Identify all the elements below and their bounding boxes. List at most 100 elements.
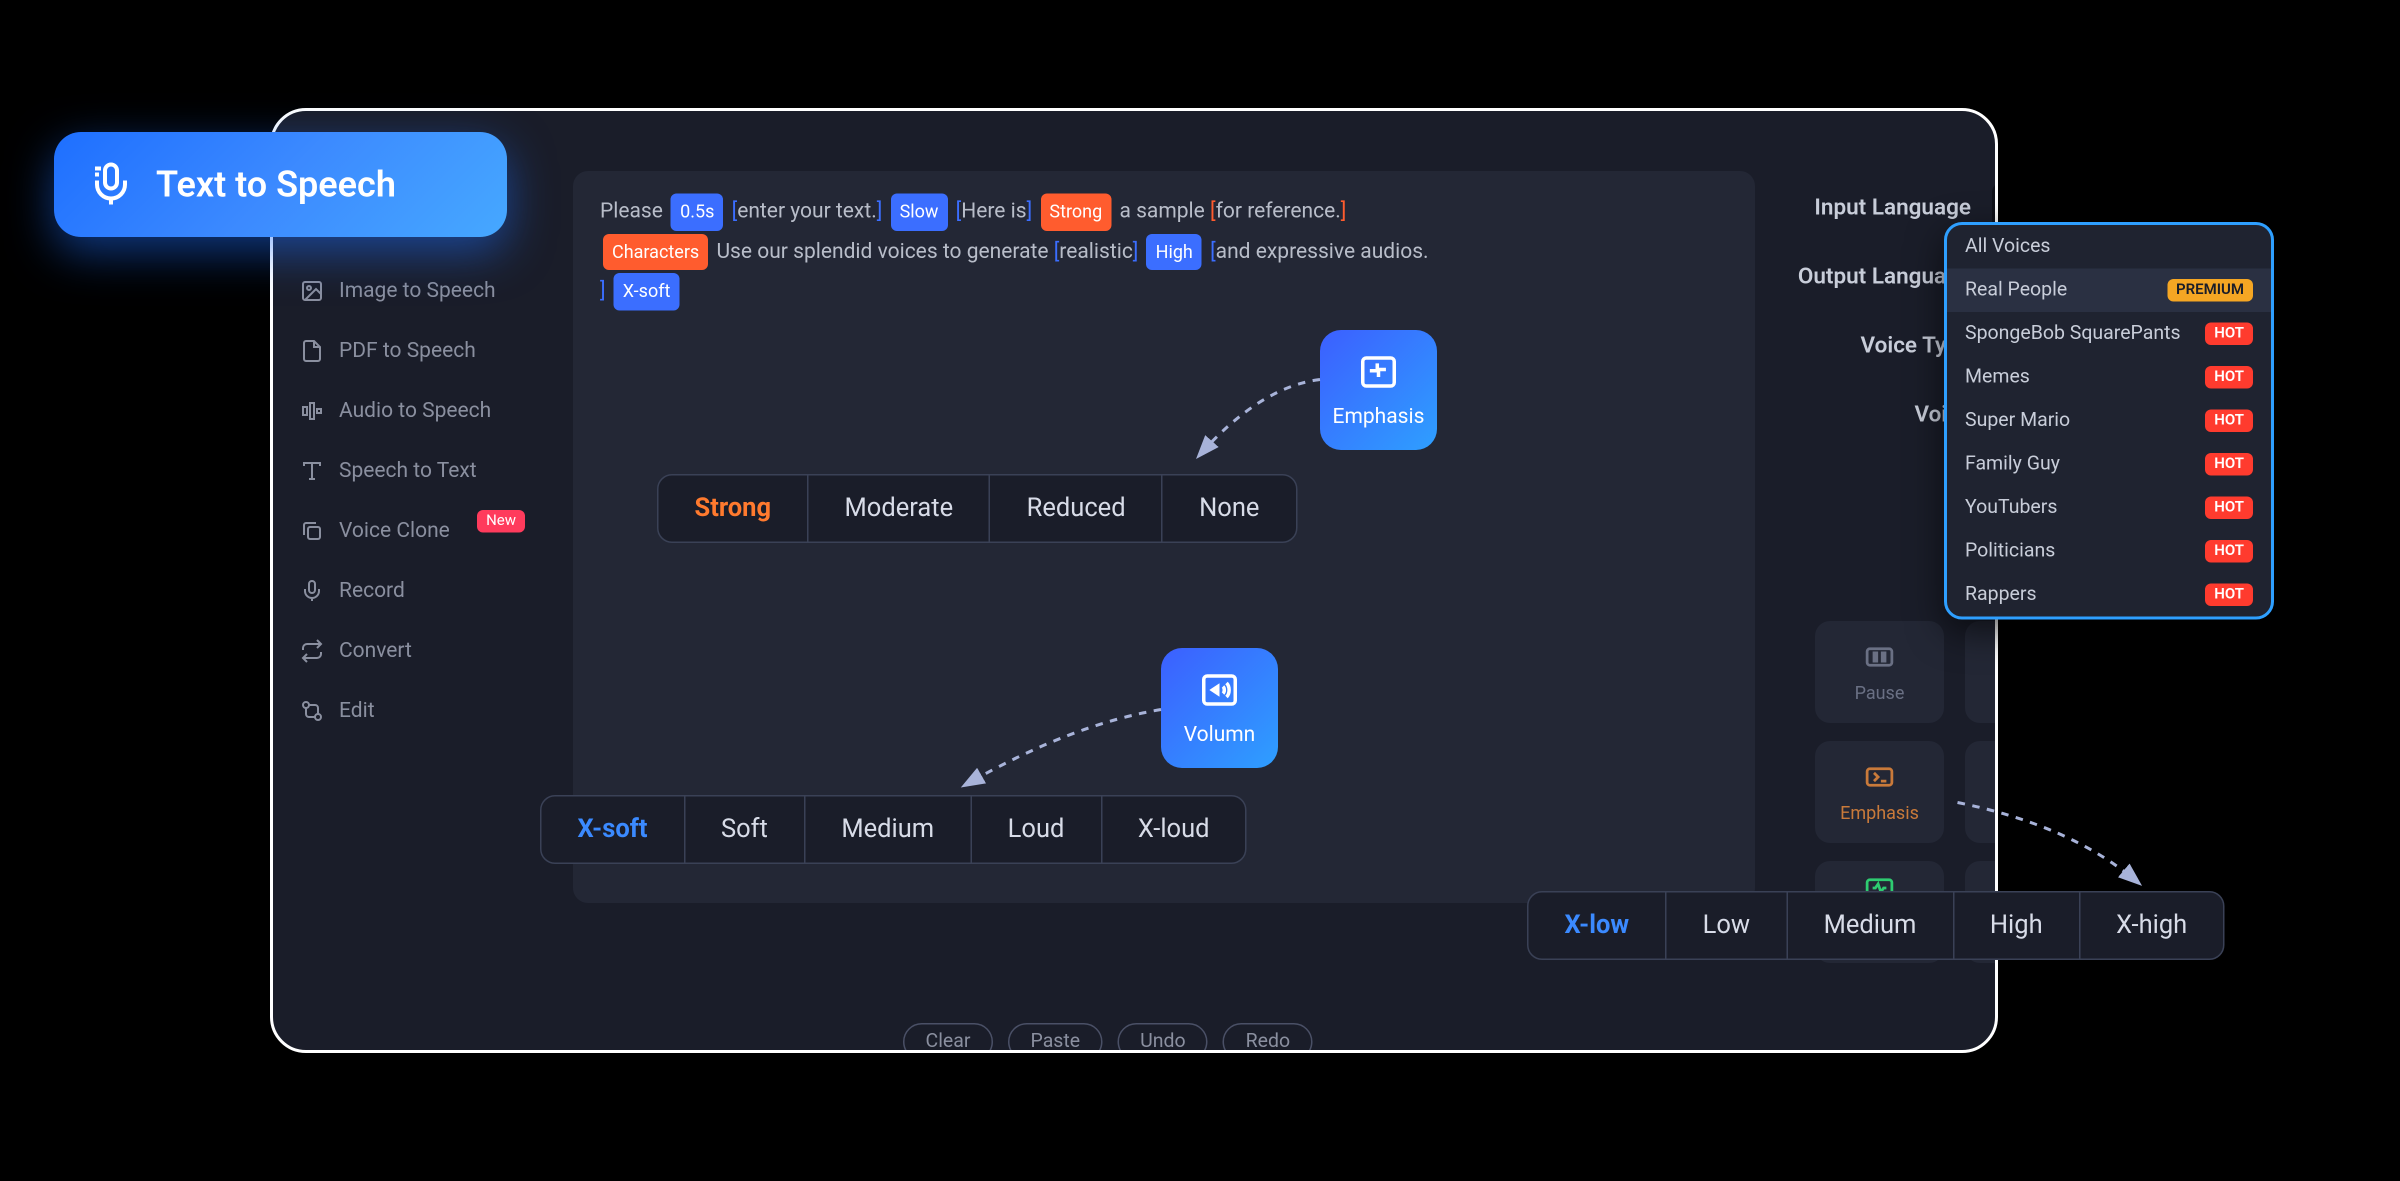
editor-text: Use our splendid voices to generate (716, 239, 1053, 263)
editor-text: a sample (1119, 200, 1210, 224)
voice-dropdown-label: YouTubers (1965, 497, 2057, 520)
undo-button[interactable]: Undo (1118, 1023, 1209, 1053)
voice-dropdown-item[interactable]: YouTubers HOT (1947, 486, 2271, 530)
sidebar-item-convert[interactable]: Convert (273, 621, 552, 681)
voice-dropdown-item[interactable]: Rappers HOT (1947, 573, 2271, 617)
emphasis-tag[interactable]: Strong (1040, 194, 1111, 231)
voice-dropdown-item[interactable]: MemesHOT (1947, 356, 2271, 400)
sidebar-item-edit[interactable]: Edit (273, 681, 552, 741)
sidebar-item-voice-clone[interactable]: Voice Clone New (273, 501, 552, 561)
editor-text: Here is (961, 200, 1026, 224)
voice-dropdown-label: Family Guy (1965, 453, 2060, 476)
hot-badge: HOT (2205, 584, 2253, 607)
sidebar-item-label: Audio to Speech (339, 399, 491, 423)
volumn-option-xsoft[interactable]: X-soft (542, 797, 685, 863)
hot-badge: HOT (2205, 497, 2253, 520)
voice-dropdown-item[interactable]: SpongeBob SquarePants HOT (1947, 312, 2271, 356)
sidebar-item-label: PDF to Speech (339, 339, 476, 363)
tile-label: Pause (1855, 683, 1905, 704)
volume-tag[interactable]: X-soft (614, 273, 680, 310)
hot-badge: HOT (2205, 540, 2253, 563)
sidebar-item-label: Edit (339, 699, 375, 723)
bracket: ] (1027, 200, 1033, 224)
badge-label: Text to Speech (156, 164, 396, 206)
sidebar-item-record[interactable]: Record (273, 561, 552, 621)
pause-tag[interactable]: 0.5s (671, 194, 723, 231)
edit-actions: Clear Paste Undo Redo (903, 1023, 1313, 1053)
tile-label: Emphasis (1840, 803, 1919, 824)
hot-badge: HOT (2205, 453, 2253, 476)
voice-dropdown-label: Politicians (1965, 540, 2055, 563)
sidebar-item-speech-to-text[interactable]: Speech to Text (273, 441, 552, 501)
emphasis-callout: Emphasis (1320, 330, 1437, 450)
new-badge: New (477, 510, 525, 533)
pause-icon (1863, 641, 1896, 674)
voice-dropdown-item[interactable]: All Voices (1947, 225, 2271, 269)
pitch-option-medium[interactable]: Medium (1788, 893, 1954, 959)
volumn-option-loud[interactable]: Loud (972, 797, 1102, 863)
pitch-option-high[interactable]: High (1954, 893, 2080, 959)
emphasis-option-strong[interactable]: Strong (659, 476, 809, 542)
emphasis-option-moderate[interactable]: Moderate (809, 476, 991, 542)
bracket: ] (600, 279, 606, 303)
pitch-option-low[interactable]: Low (1667, 893, 1788, 959)
volumn-options: X-soft Soft Medium Loud X-loud (540, 795, 1247, 864)
emphasis-icon (1863, 761, 1896, 794)
voice-dropdown-label: Super Mario (1965, 410, 2070, 433)
voice-dropdown-item[interactable]: Super Mario HOT (1947, 399, 2271, 443)
voice-dropdown-label: SpongeBob SquarePants (1965, 323, 2181, 346)
editor-text: Please (600, 200, 668, 224)
tool-pause[interactable]: Pause (1815, 621, 1944, 723)
text-icon (300, 459, 324, 483)
remaining-characters: Remaining characte (1773, 147, 1998, 171)
sidebar-item-label: Record (339, 579, 405, 603)
voice-dropdown-item[interactable]: Family Guy HOT (1947, 443, 2271, 487)
editor-text: and expressive audios. (1216, 239, 1429, 263)
redo-button[interactable]: Redo (1223, 1023, 1312, 1053)
audio-icon (300, 399, 324, 423)
clear-button[interactable]: Clear (903, 1023, 993, 1053)
mic-icon (300, 579, 324, 603)
pitch-option-xlow[interactable]: X-low (1529, 893, 1667, 959)
convert-icon (300, 639, 324, 663)
pitch-option-xhigh[interactable]: X-high (2080, 893, 2223, 959)
text-to-speech-badge: Text to Speech (54, 132, 507, 237)
voice-type-dropdown[interactable]: All VoicesReal PeoplePREMIUMSpongeBob Sq… (1944, 222, 2274, 620)
volume-icon (1199, 669, 1241, 711)
paste-button[interactable]: Paste (1008, 1023, 1103, 1053)
tool-emphasis[interactable]: Emphasis (1815, 741, 1944, 843)
voice-dropdown-item[interactable]: Politicians HOT (1947, 530, 2271, 574)
pitch-tag[interactable]: High (1147, 233, 1202, 270)
hot-badge: HOT (2205, 410, 2253, 433)
pitch-options: X-low Low Medium High X-high (1527, 891, 2225, 960)
callout-label: Emphasis (1333, 405, 1425, 429)
image-icon (300, 279, 324, 303)
sidebar: Image to Speech PDF to Speech Audio to S… (273, 246, 552, 756)
bracket: ] (1341, 200, 1347, 224)
characters-tag[interactable]: Characters (603, 233, 708, 270)
volumn-option-medium[interactable]: Medium (805, 797, 971, 863)
sidebar-item-image-to-speech[interactable]: Image to Speech (273, 261, 552, 321)
emphasis-option-reduced[interactable]: Reduced (991, 476, 1163, 542)
voice-dropdown-item[interactable]: Real PeoplePREMIUM (1947, 269, 2271, 313)
edit-icon (300, 699, 324, 723)
voice-dropdown-label: Rappers (1965, 584, 2037, 607)
mic-icon (87, 161, 135, 209)
volumn-option-soft[interactable]: Soft (685, 797, 805, 863)
voice-dropdown-label: Real People (1965, 279, 2067, 302)
sidebar-item-audio-to-speech[interactable]: Audio to Speech (273, 381, 552, 441)
voice-dropdown-label: Memes (1965, 366, 2030, 389)
speed-tag[interactable]: Slow (891, 194, 948, 231)
emphasis-option-none[interactable]: None (1163, 476, 1295, 542)
clone-icon (300, 519, 324, 543)
voice-dropdown-label: All Voices (1965, 236, 2051, 259)
sidebar-item-label: Image to Speech (339, 279, 496, 303)
sidebar-item-pdf-to-speech[interactable]: PDF to Speech (273, 321, 552, 381)
tool-sayas[interactable]: abc Say as (1965, 741, 1998, 843)
volumn-callout: Volumn (1161, 648, 1278, 768)
tool-volume[interactable]: Volume (1965, 621, 1998, 723)
volumn-option-xloud[interactable]: X-loud (1102, 797, 1246, 863)
sidebar-item-label: Speech to Text (339, 459, 477, 483)
hot-badge: HOT (2205, 323, 2253, 346)
field-label: Input Language (1773, 194, 1992, 221)
